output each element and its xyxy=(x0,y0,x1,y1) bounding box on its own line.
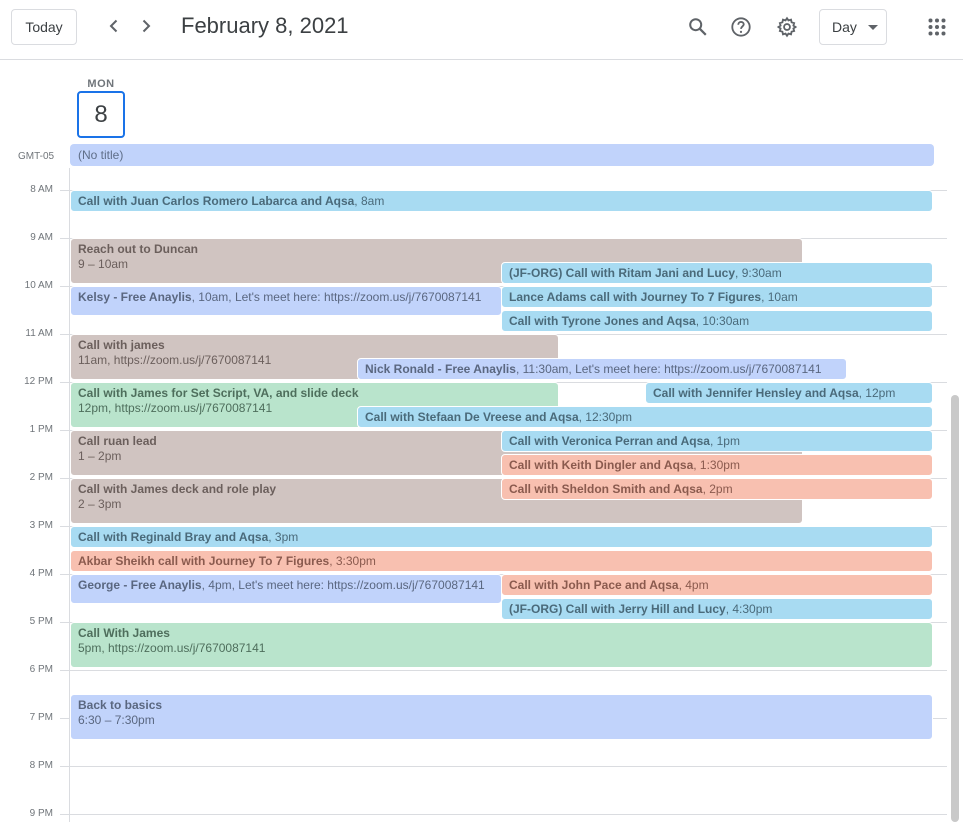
all-day-event[interactable]: (No title) xyxy=(70,144,934,166)
hour-label: 8 PM xyxy=(29,760,53,771)
calendar-event[interactable]: Call With James 5pm, https://zoom.us/j/76… xyxy=(70,622,933,668)
hour-label: 11 AM xyxy=(25,328,53,339)
event-title: Call with Veronica Perran and Aqsa xyxy=(509,434,710,448)
hour-label: 12 PM xyxy=(24,376,53,387)
calendar-event[interactable]: Call with Jennifer Hensley and Aqsa, 12p… xyxy=(645,382,933,404)
calendar-event[interactable]: Call with Keith Dingler and Aqsa, 1:30pm xyxy=(501,454,933,476)
event-title: Nick Ronald - Free Anaylis xyxy=(365,362,516,376)
event-title: Akbar Sheikh call with Journey To 7 Figu… xyxy=(78,554,330,568)
view-selector-label: Day xyxy=(832,19,857,35)
hour-label: 3 PM xyxy=(29,520,53,531)
calendar-event[interactable]: Nick Ronald - Free Anaylis, 11:30am, Let… xyxy=(357,358,847,380)
event-time: , 3:30pm xyxy=(329,554,376,568)
help-icon xyxy=(731,17,751,37)
event-time: , 1pm xyxy=(709,434,740,448)
hour-label: 5 PM xyxy=(29,616,53,627)
calendar-event[interactable]: Lance Adams call with Journey To 7 Figur… xyxy=(501,286,933,308)
calendar-event[interactable]: Kelsy - Free Anaylis, 10am, Let's meet h… xyxy=(70,286,502,316)
day-of-week-label: MON xyxy=(87,78,115,90)
event-time: , 12:30pm xyxy=(578,410,633,424)
hour-gridline xyxy=(60,670,947,671)
hour-gridline xyxy=(60,814,947,815)
calendar-event[interactable]: Call with Stefaan De Vreese and Aqsa, 12… xyxy=(357,406,933,428)
event-time: , 1:30pm xyxy=(693,458,740,472)
chevron-right-icon xyxy=(142,19,151,33)
chevron-left-icon xyxy=(109,19,118,33)
hour-label: 6 PM xyxy=(29,664,53,675)
event-time: , 8am xyxy=(354,194,385,208)
apps-grid-icon xyxy=(928,18,946,36)
hour-label: 10 AM xyxy=(24,280,53,291)
event-time: , 4pm xyxy=(678,578,709,592)
apps-button[interactable] xyxy=(923,13,951,41)
event-title: Call with James for Set Script, VA, and … xyxy=(78,386,359,400)
day-number-button[interactable]: 8 xyxy=(77,91,125,138)
event-time: 6:30 – 7:30pm xyxy=(78,713,155,727)
search-button[interactable] xyxy=(684,13,712,41)
event-title: Reach out to Duncan xyxy=(78,242,199,256)
hour-label: 8 AM xyxy=(30,184,53,195)
calendar-event[interactable]: George - Free Anaylis, 4pm, Let's meet h… xyxy=(70,574,502,604)
event-time: , 2pm xyxy=(702,482,733,496)
hour-label: 1 PM xyxy=(29,424,53,435)
today-button[interactable]: Today xyxy=(11,9,77,45)
hour-label: 2 PM xyxy=(29,472,53,483)
calendar-event[interactable]: Call with Reginald Bray and Aqsa, 3pm xyxy=(70,526,933,548)
event-title: Call with Jennifer Hensley and Aqsa xyxy=(653,386,859,400)
vertical-scrollbar[interactable] xyxy=(951,395,959,822)
event-time: , 10:30am xyxy=(695,314,750,328)
calendar-event[interactable]: Back to basics 6:30 – 7:30pm xyxy=(70,694,933,740)
event-title: Call with Reginald Bray and Aqsa xyxy=(78,530,269,544)
event-title: Call With James xyxy=(78,626,170,640)
calendar-event[interactable]: (JF-ORG) Call with Ritam Jani and Lucy, … xyxy=(501,262,933,284)
calendar-event[interactable]: Call with Sheldon Smith and Aqsa, 2pm xyxy=(501,478,933,500)
event-time: , 4:30pm xyxy=(725,602,773,616)
hour-label: 7 PM xyxy=(29,712,53,723)
event-time: , 12pm xyxy=(858,386,896,400)
event-title: Call with Juan Carlos Romero Labarca and… xyxy=(78,194,355,208)
event-time: , 4pm, Let's meet here: https://zoom.us/… xyxy=(201,578,485,592)
calendar-event[interactable]: Akbar Sheikh call with Journey To 7 Figu… xyxy=(70,550,933,572)
calendar-event[interactable]: Call with Tyrone Jones and Aqsa, 10:30am xyxy=(501,310,933,332)
event-title: Call with Sheldon Smith and Aqsa xyxy=(509,482,703,496)
event-time: , 10am, Let's meet here: https://zoom.us… xyxy=(191,290,482,304)
hour-gridline xyxy=(60,766,947,767)
event-title: Call with James deck and role play xyxy=(78,482,277,496)
caret-down-icon xyxy=(868,25,878,30)
next-day-button[interactable] xyxy=(132,12,160,40)
event-time: 5pm, https://zoom.us/j/7670087141 xyxy=(78,641,266,655)
event-title: Call with james xyxy=(78,338,165,352)
event-time: , 3pm xyxy=(268,530,299,544)
view-selector[interactable]: Day xyxy=(819,9,887,45)
hour-label: 4 PM xyxy=(29,568,53,579)
event-title: Lance Adams call with Journey To 7 Figur… xyxy=(509,290,762,304)
calendar-event[interactable]: Call with John Pace and Aqsa, 4pm xyxy=(501,574,933,596)
event-title: (JF-ORG) Call with Jerry Hill and Lucy xyxy=(509,602,726,616)
settings-button[interactable] xyxy=(773,13,801,41)
hour-label: 9 AM xyxy=(30,232,53,243)
current-date-title: February 8, 2021 xyxy=(181,13,349,38)
hour-label: 9 PM xyxy=(29,808,53,819)
timezone-label: GMT-05 xyxy=(18,151,55,162)
search-icon xyxy=(689,18,707,36)
calendar-header: Today February 8, 2021 Day xyxy=(0,0,963,60)
event-title: (JF-ORG) Call with Ritam Jani and Lucy xyxy=(509,266,736,280)
event-title: Call with Tyrone Jones and Aqsa xyxy=(509,314,696,328)
help-button[interactable] xyxy=(727,13,755,41)
event-title: Kelsy - Free Anaylis xyxy=(78,290,192,304)
event-time: , 9:30am xyxy=(735,266,782,280)
calendar-event[interactable]: (JF-ORG) Call with Jerry Hill and Lucy, … xyxy=(501,598,933,620)
event-time: , 10am xyxy=(761,290,798,304)
previous-day-button[interactable] xyxy=(100,12,128,40)
event-time: , 11:30am, Let's meet here: https://zoom… xyxy=(515,362,822,376)
event-title: Call with John Pace and Aqsa xyxy=(509,578,679,592)
settings-gear-icon xyxy=(776,16,798,38)
event-title: Call with Stefaan De Vreese and Aqsa xyxy=(365,410,579,424)
event-title: Call ruan lead xyxy=(78,434,157,448)
calendar-event[interactable]: Call with Veronica Perran and Aqsa, 1pm xyxy=(501,430,933,452)
event-title: Back to basics xyxy=(78,698,163,712)
calendar-event[interactable]: Call with Juan Carlos Romero Labarca and… xyxy=(70,190,933,212)
event-title: George - Free Anaylis xyxy=(78,578,202,592)
event-title: Call with Keith Dingler and Aqsa xyxy=(509,458,694,472)
